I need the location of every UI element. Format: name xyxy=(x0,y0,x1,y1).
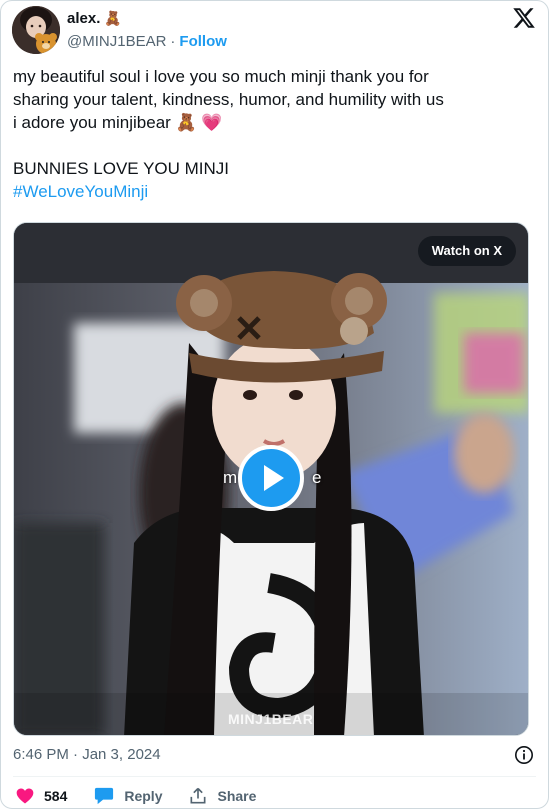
tweet-header: alex. 🧸 @MINJ1BEAR · Follow xyxy=(12,6,536,56)
handle-row: @MINJ1BEAR · Follow xyxy=(67,33,227,50)
separator-dot: · xyxy=(170,33,176,50)
divider xyxy=(13,776,536,777)
tweet-timestamp[interactable]: 6:46 PM · Jan 3, 2024 xyxy=(13,746,161,763)
video-caption-left: m xyxy=(223,468,238,487)
avatar[interactable] xyxy=(12,6,60,54)
video-player[interactable]: Watch on X m e MINJ1BEAR xyxy=(13,222,529,736)
x-logo-icon[interactable] xyxy=(512,6,536,30)
video-watermark: MINJ1BEAR xyxy=(228,711,314,727)
watch-on-x-button[interactable]: Watch on X xyxy=(417,236,516,266)
tweet-line: sharing your talent, kindness, humor, an… xyxy=(13,90,444,109)
tweet-line: my beautiful soul i love you so much min… xyxy=(13,67,429,86)
video-caption-right: e xyxy=(312,468,322,487)
reply-bubble-icon xyxy=(95,787,114,805)
reply-button[interactable]: Reply xyxy=(93,786,162,806)
follow-button[interactable]: Follow xyxy=(179,33,227,50)
reply-label: Reply xyxy=(124,788,163,804)
share-label: Share xyxy=(217,788,257,804)
like-count: 584 xyxy=(44,788,68,804)
author-name[interactable]: alex. xyxy=(67,10,100,27)
teddy-bear-emoji: 🧸 xyxy=(104,10,122,26)
hashtag-link[interactable]: #WeLoveYouMinji xyxy=(13,180,533,203)
tweet-embed-card: alex. 🧸 @MINJ1BEAR · Follow my beautiful… xyxy=(0,0,549,809)
play-button[interactable] xyxy=(238,445,304,511)
tweet-line: i adore you minjibear 🧸 💗 xyxy=(13,113,223,132)
author-name-row[interactable]: alex. 🧸 xyxy=(67,10,122,27)
share-button[interactable]: Share xyxy=(188,786,256,806)
heart-icon xyxy=(16,788,34,804)
info-icon[interactable] xyxy=(514,745,534,765)
share-icon xyxy=(190,787,206,804)
tweet-line: BUNNIES LOVE YOU MINJI xyxy=(13,159,230,178)
author-handle[interactable]: @MINJ1BEAR xyxy=(67,33,166,50)
tweet-text: my beautiful soul i love you so much min… xyxy=(13,65,533,203)
action-bar: 584 Reply Share xyxy=(15,786,282,806)
like-button[interactable]: 584 xyxy=(15,786,67,806)
play-icon xyxy=(264,465,284,491)
